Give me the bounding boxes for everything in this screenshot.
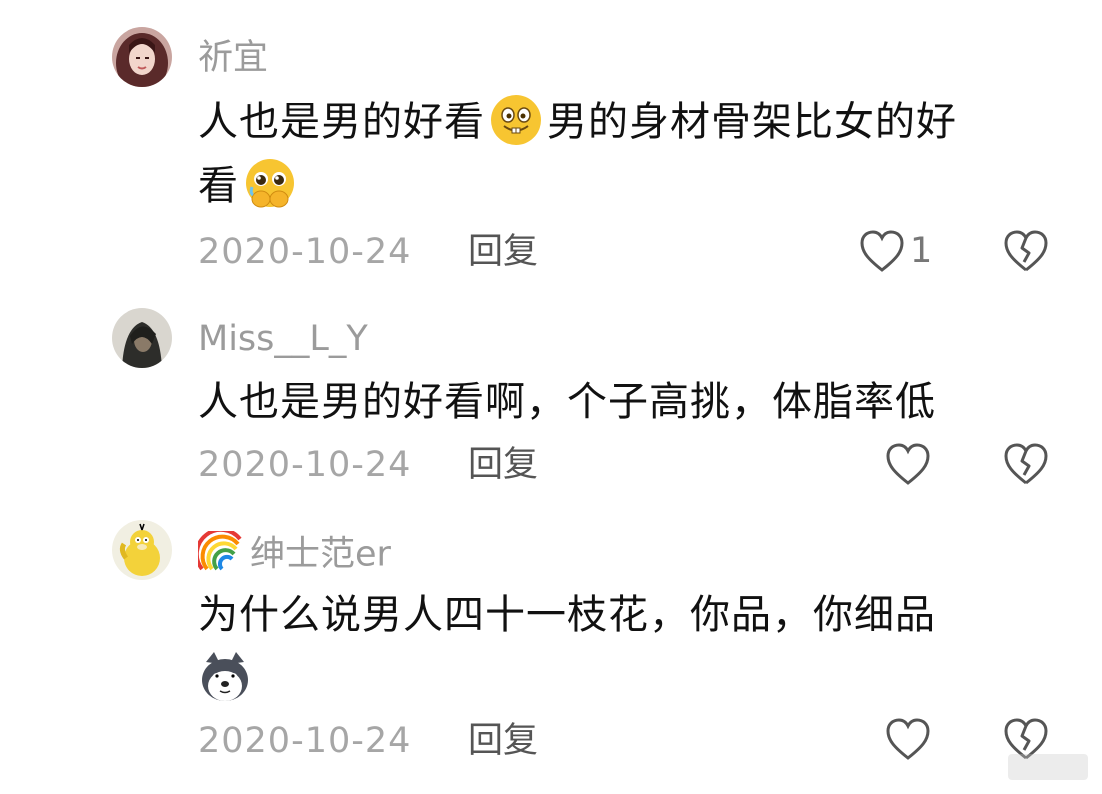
- dislike-button[interactable]: [1002, 441, 1050, 491]
- broken-heart-icon: [1004, 443, 1048, 485]
- comment-date: 2020-10-24: [198, 232, 412, 272]
- avatar[interactable]: [112, 520, 172, 580]
- rainbow-emoji: [194, 527, 244, 580]
- username[interactable]: 绅士范er: [194, 527, 391, 580]
- broken-heart-icon: [1004, 230, 1048, 272]
- username[interactable]: Miss__L_Y: [198, 319, 368, 359]
- dislike-button[interactable]: [1002, 228, 1050, 278]
- comment-text-part: 人也是男的好看: [198, 99, 485, 145]
- pleading-emoji: [243, 157, 297, 211]
- username[interactable]: 祈宜: [198, 38, 268, 78]
- heart-icon: [886, 718, 930, 760]
- avatar[interactable]: [112, 308, 172, 368]
- watermark: [1008, 754, 1088, 780]
- comment-text-part: 男的身材骨架比女的好: [547, 99, 957, 145]
- comment-date: 2020-10-24: [198, 721, 412, 761]
- like-count: 1: [910, 231, 933, 271]
- reply-button[interactable]: 回复: [468, 445, 538, 485]
- comment-text: 为什么说男人四十一枝花，你品，你细品: [198, 583, 1058, 711]
- reply-button[interactable]: 回复: [468, 232, 538, 272]
- like-button[interactable]: 1: [858, 228, 932, 274]
- grin-emoji: [489, 93, 543, 147]
- comment-text: 人也是男的好看 男的身材骨架比女的好 看: [198, 90, 1058, 218]
- reply-button[interactable]: 回复: [468, 721, 538, 761]
- comment-text: 人也是男的好看啊，个子高挑，体脂率低: [198, 379, 936, 425]
- husky-emoji: [198, 650, 252, 704]
- comment-text-part: 为什么说男人四十一枝花，你品，你细品: [198, 592, 936, 638]
- heart-icon: [860, 230, 904, 272]
- avatar[interactable]: [112, 27, 172, 87]
- username-text: 绅士范er: [250, 534, 391, 575]
- like-button[interactable]: [884, 441, 932, 487]
- like-button[interactable]: [884, 716, 932, 762]
- comment-date: 2020-10-24: [198, 445, 412, 485]
- heart-icon: [886, 443, 930, 485]
- comment-text-part: 看: [198, 163, 239, 209]
